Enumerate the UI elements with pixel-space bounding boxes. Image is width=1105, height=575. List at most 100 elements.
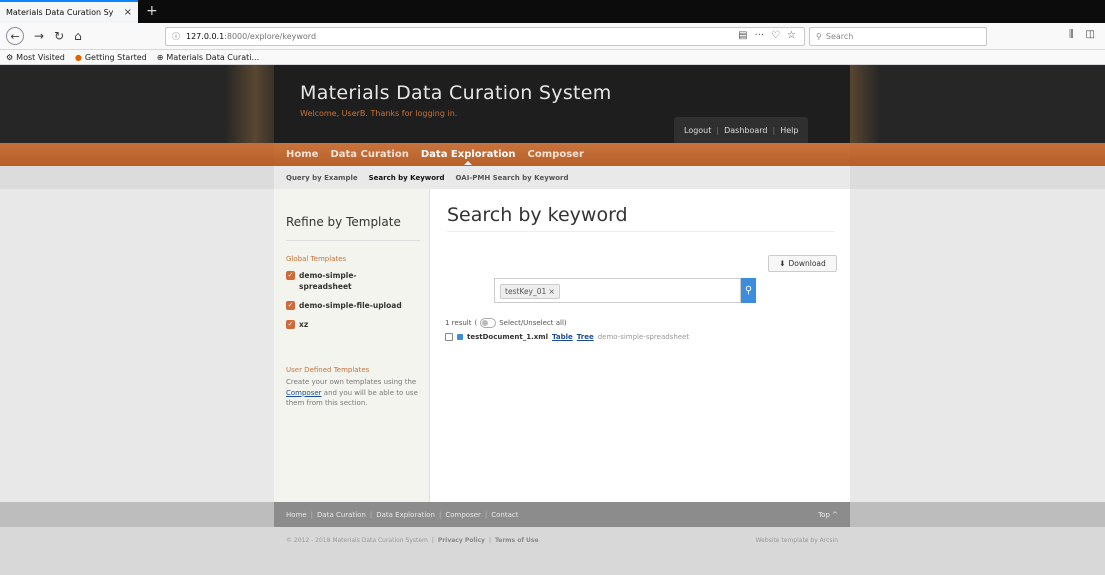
global-templates-label: Global Templates <box>286 255 347 263</box>
separator: | <box>431 537 434 544</box>
refine-sidebar: Refine by Template Global Templates ✓ de… <box>274 189 430 502</box>
result-count: 1 result <box>445 319 472 327</box>
subnav-query-by-example[interactable]: Query by Example <box>286 174 358 182</box>
back-arrow-icon[interactable]: ← <box>6 27 24 45</box>
search-icon: ⚲ <box>744 285 753 296</box>
divider <box>286 240 420 241</box>
site-header: Materials Data Curation System Welcome, … <box>0 65 1105 143</box>
bookmark-most-visited[interactable]: ⚙ Most Visited <box>6 53 65 62</box>
template-item[interactable]: ✓ demo-simple-file-upload <box>286 300 426 311</box>
separator: | <box>488 537 491 544</box>
footer-home-link[interactable]: Home <box>286 511 307 519</box>
download-icon: ⬇ <box>779 259 786 268</box>
gear-icon: ⚙ <box>6 52 14 62</box>
checkbox-checked-icon[interactable]: ✓ <box>286 271 295 280</box>
download-button[interactable]: ⬇ Download <box>768 255 837 272</box>
page-actions-icon[interactable]: ··· <box>755 30 765 41</box>
search-placeholder: Search <box>825 32 854 41</box>
divider <box>447 231 835 232</box>
document-name[interactable]: testDocument_1.xml <box>467 333 548 341</box>
new-tab-icon[interactable]: + <box>146 2 158 20</box>
result-checkbox[interactable] <box>445 333 453 341</box>
sub-nav: Query by Example Search by Keyword OAI-P… <box>0 166 1105 189</box>
select-all-toggle[interactable] <box>480 318 497 328</box>
download-label: Download <box>788 259 826 268</box>
nav-home[interactable]: Home <box>286 149 318 160</box>
footer-contact-link[interactable]: Contact <box>491 511 518 519</box>
site-footer: Home | Data Curation | Data Exploration … <box>0 502 1105 575</box>
composer-link[interactable]: Composer <box>286 389 322 397</box>
bookmark-star-icon[interactable]: ☆ <box>787 30 796 41</box>
back-to-top-link[interactable]: Top ^ <box>818 511 838 519</box>
keyword-tag[interactable]: testKey_01 × <box>500 284 560 299</box>
nav-composer[interactable]: Composer <box>528 149 584 160</box>
template-label: demo-simple-file-upload <box>299 301 402 310</box>
bookmark-getting-started[interactable]: ● Getting Started <box>75 53 147 62</box>
sidebar-toggle-icon[interactable]: ◫ <box>1086 29 1095 40</box>
help-link[interactable]: Help <box>780 126 798 135</box>
keyword-search-input[interactable]: testKey_01 × <box>494 278 741 303</box>
footer-copyright: © 2012 - 2018 Materials Data Curation Sy… <box>274 537 850 544</box>
footer-data-curation-link[interactable]: Data Curation <box>317 511 366 519</box>
keyword-tag-label: testKey_01 <box>505 287 547 296</box>
tree-link[interactable]: Tree <box>577 333 594 341</box>
nav-data-exploration[interactable]: Data Exploration <box>421 149 516 165</box>
subnav-search-by-keyword[interactable]: Search by Keyword <box>369 174 445 182</box>
reload-icon[interactable]: ↻ <box>54 29 64 43</box>
bookmark-materials[interactable]: ⊕ Materials Data Curati... <box>157 53 259 62</box>
content-area: Refine by Template Global Templates ✓ de… <box>274 189 850 502</box>
search-button[interactable]: ⚲ <box>741 278 756 303</box>
nav-data-curation[interactable]: Data Curation <box>330 149 408 160</box>
terms-of-use-link[interactable]: Terms of Use <box>495 537 539 544</box>
user-templates-help: Create your own templates using the Comp… <box>286 378 418 407</box>
logout-link[interactable]: Logout <box>684 126 711 135</box>
separator: | <box>484 510 488 519</box>
template-list: ✓ demo-simple-spreadsheet ✓ demo-simple-… <box>286 270 426 338</box>
page-title: Search by keyword <box>447 204 628 226</box>
library-icon[interactable]: ⫼ <box>1069 29 1074 40</box>
reader-view-icon[interactable]: ▤ <box>738 30 747 41</box>
document-template: demo-simple-spreadsheet <box>597 333 690 341</box>
result-row: testDocument_1.xml Table Tree demo-simpl… <box>445 333 689 341</box>
separator: | <box>772 125 776 135</box>
template-item[interactable]: ✓ demo-simple-spreadsheet <box>286 270 426 292</box>
firefox-icon: ● <box>74 52 82 62</box>
globe-icon: ⊕ <box>156 52 164 62</box>
url-host: 127.0.0.1 <box>186 32 225 41</box>
checkbox-checked-icon[interactable]: ✓ <box>286 301 295 310</box>
browser-tab-bar: Materials Data Curation Sy × + <box>0 0 1105 23</box>
template-credit: Website template by Arcsin <box>755 537 838 544</box>
result-summary: 1 result ( Select/Unselect all) <box>445 318 567 328</box>
paren: ( <box>474 319 478 327</box>
bookmarks-bar: ⚙ Most Visited ● Getting Started ⊕ Material… <box>0 50 1105 65</box>
footer-data-exploration-link[interactable]: Data Exploration <box>376 511 435 519</box>
separator: | <box>369 510 373 519</box>
info-icon[interactable]: ⓘ <box>172 31 180 42</box>
tab-close-icon[interactable]: × <box>124 7 132 18</box>
separator: | <box>716 125 720 135</box>
pocket-icon[interactable]: ♡ <box>771 30 780 41</box>
browser-nav-bar: ← → ↻ ⌂ ⓘ 127.0.0.1:8000/explore/keyword… <box>0 23 1105 50</box>
site-title[interactable]: Materials Data Curation System <box>300 82 612 104</box>
user-links: Logout | Dashboard | Help <box>674 117 809 143</box>
checkbox-checked-icon[interactable]: ✓ <box>286 320 295 329</box>
template-label: demo-simple-spreadsheet <box>299 271 357 291</box>
browser-search-input[interactable]: ⚲ Search <box>809 27 987 46</box>
select-all-label: Select/Unselect all) <box>499 319 567 327</box>
sidebar-heading: Refine by Template <box>286 215 401 229</box>
forward-arrow-icon[interactable]: → <box>34 29 44 43</box>
template-item[interactable]: ✓ xz <box>286 319 426 330</box>
document-icon <box>457 334 463 340</box>
url-bar[interactable]: ⓘ 127.0.0.1:8000/explore/keyword ▤ ··· ♡… <box>165 27 805 46</box>
dashboard-link[interactable]: Dashboard <box>724 126 767 135</box>
separator: | <box>310 510 314 519</box>
search-icon: ⚲ <box>816 32 822 41</box>
subnav-oai-pmh-search[interactable]: OAI-PMH Search by Keyword <box>456 174 569 182</box>
table-link[interactable]: Table <box>552 333 573 341</box>
privacy-policy-link[interactable]: Privacy Policy <box>438 537 485 544</box>
tag-remove-icon[interactable]: × <box>548 287 555 296</box>
url-path: :8000/explore/keyword <box>224 32 317 41</box>
footer-composer-link[interactable]: Composer <box>445 511 481 519</box>
home-icon[interactable]: ⌂ <box>74 29 82 43</box>
browser-tab[interactable]: Materials Data Curation Sy × <box>0 0 138 23</box>
